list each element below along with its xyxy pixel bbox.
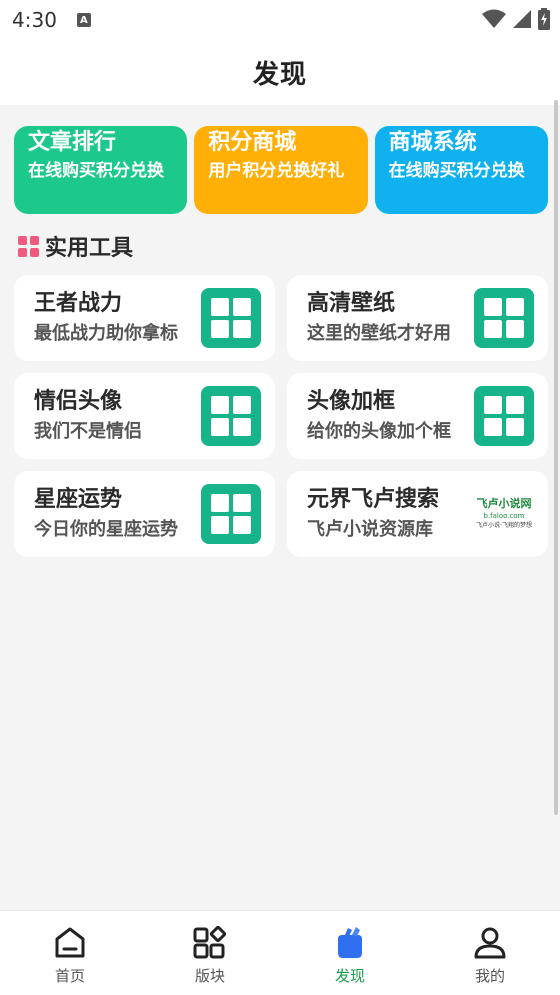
faloo-logo-icon: 飞卢小说网 b.faloo.com 飞卢小说·飞翔的梦想	[474, 483, 534, 545]
nav-label: 首页	[54, 967, 85, 985]
section-header: 实用工具	[18, 230, 133, 262]
battery-icon	[538, 8, 550, 30]
promo-subtitle: 在线购买积分兑换	[28, 161, 164, 181]
promo-subtitle: 在线购买积分兑换	[388, 161, 525, 181]
status-time: 4:30	[12, 8, 57, 32]
tool-card-avatar-frame[interactable]: 头像加框 给你的头像加个框	[287, 373, 548, 459]
nav-item-blocks[interactable]: 版块	[140, 911, 280, 995]
nav-label: 发现	[334, 967, 365, 985]
tool-card-horoscope[interactable]: 星座运势 今日你的星座运势	[14, 471, 275, 557]
promo-subtitle: 用户积分兑换好礼	[208, 161, 345, 181]
nav-item-profile[interactable]: 我的	[420, 911, 560, 995]
promo-card-article-ranking[interactable]: 文章排行 在线购买积分兑换	[14, 126, 188, 214]
tool-card-faloo-search[interactable]: 元界飞卢搜索 飞卢小说资源库 飞卢小说网 b.faloo.com 飞卢小说·飞翔…	[287, 471, 548, 557]
page-header: 发现	[0, 40, 560, 105]
grid-app-icon	[201, 386, 261, 446]
status-indicators	[482, 8, 550, 30]
bottom-nav: 首页 版块 发现 我的	[0, 910, 560, 995]
section-title: 实用工具	[45, 236, 134, 261]
nav-item-discover[interactable]: 发现	[280, 911, 420, 995]
grid-icon	[18, 235, 39, 257]
grid-app-icon	[474, 386, 534, 446]
tool-grid: 王者战力 最低战力助你拿标 高清壁纸 这里的壁纸才好用 情侣头像 我们不是情侣 …	[14, 275, 548, 557]
tool-card-hd-wallpaper[interactable]: 高清壁纸 这里的壁纸才好用	[287, 275, 548, 361]
blocks-icon	[193, 925, 227, 959]
promo-card-mall-system[interactable]: 商城系统 在线购买积分兑换	[374, 126, 548, 214]
tool-card-king-power[interactable]: 王者战力 最低战力助你拿标	[14, 275, 275, 361]
promo-card-points-mall[interactable]: 积分商城 用户积分兑换好礼	[194, 126, 368, 214]
grid-app-icon	[201, 484, 261, 544]
scrollbar[interactable]	[554, 100, 558, 815]
notification-icon: A	[76, 13, 91, 27]
nav-item-home[interactable]: 首页	[0, 911, 140, 995]
nav-label: 我的	[474, 967, 505, 985]
promo-row: 文章排行 在线购买积分兑换 积分商城 用户积分兑换好礼 商城系统 在线购买积分兑…	[14, 126, 548, 214]
promo-title: 积分商城	[208, 130, 297, 155]
discover-icon	[338, 927, 362, 958]
logo-text: 飞卢小说网	[476, 497, 532, 510]
page-title: 发现	[252, 60, 307, 90]
nav-label: 版块	[194, 967, 225, 985]
status-bar: 4:30 A	[0, 0, 560, 40]
promo-title: 商城系统	[388, 130, 477, 155]
logo-url: b.faloo.com	[483, 512, 525, 520]
signal-icon	[513, 10, 531, 28]
tool-card-couple-avatar[interactable]: 情侣头像 我们不是情侣	[14, 373, 275, 459]
promo-title: 文章排行	[28, 130, 117, 155]
home-icon	[55, 927, 85, 958]
profile-icon	[474, 927, 506, 959]
grid-app-icon	[474, 288, 534, 348]
logo-tagline: 飞卢小说·飞翔的梦想	[476, 522, 532, 529]
wifi-icon	[482, 9, 506, 28]
grid-app-icon	[201, 288, 261, 348]
